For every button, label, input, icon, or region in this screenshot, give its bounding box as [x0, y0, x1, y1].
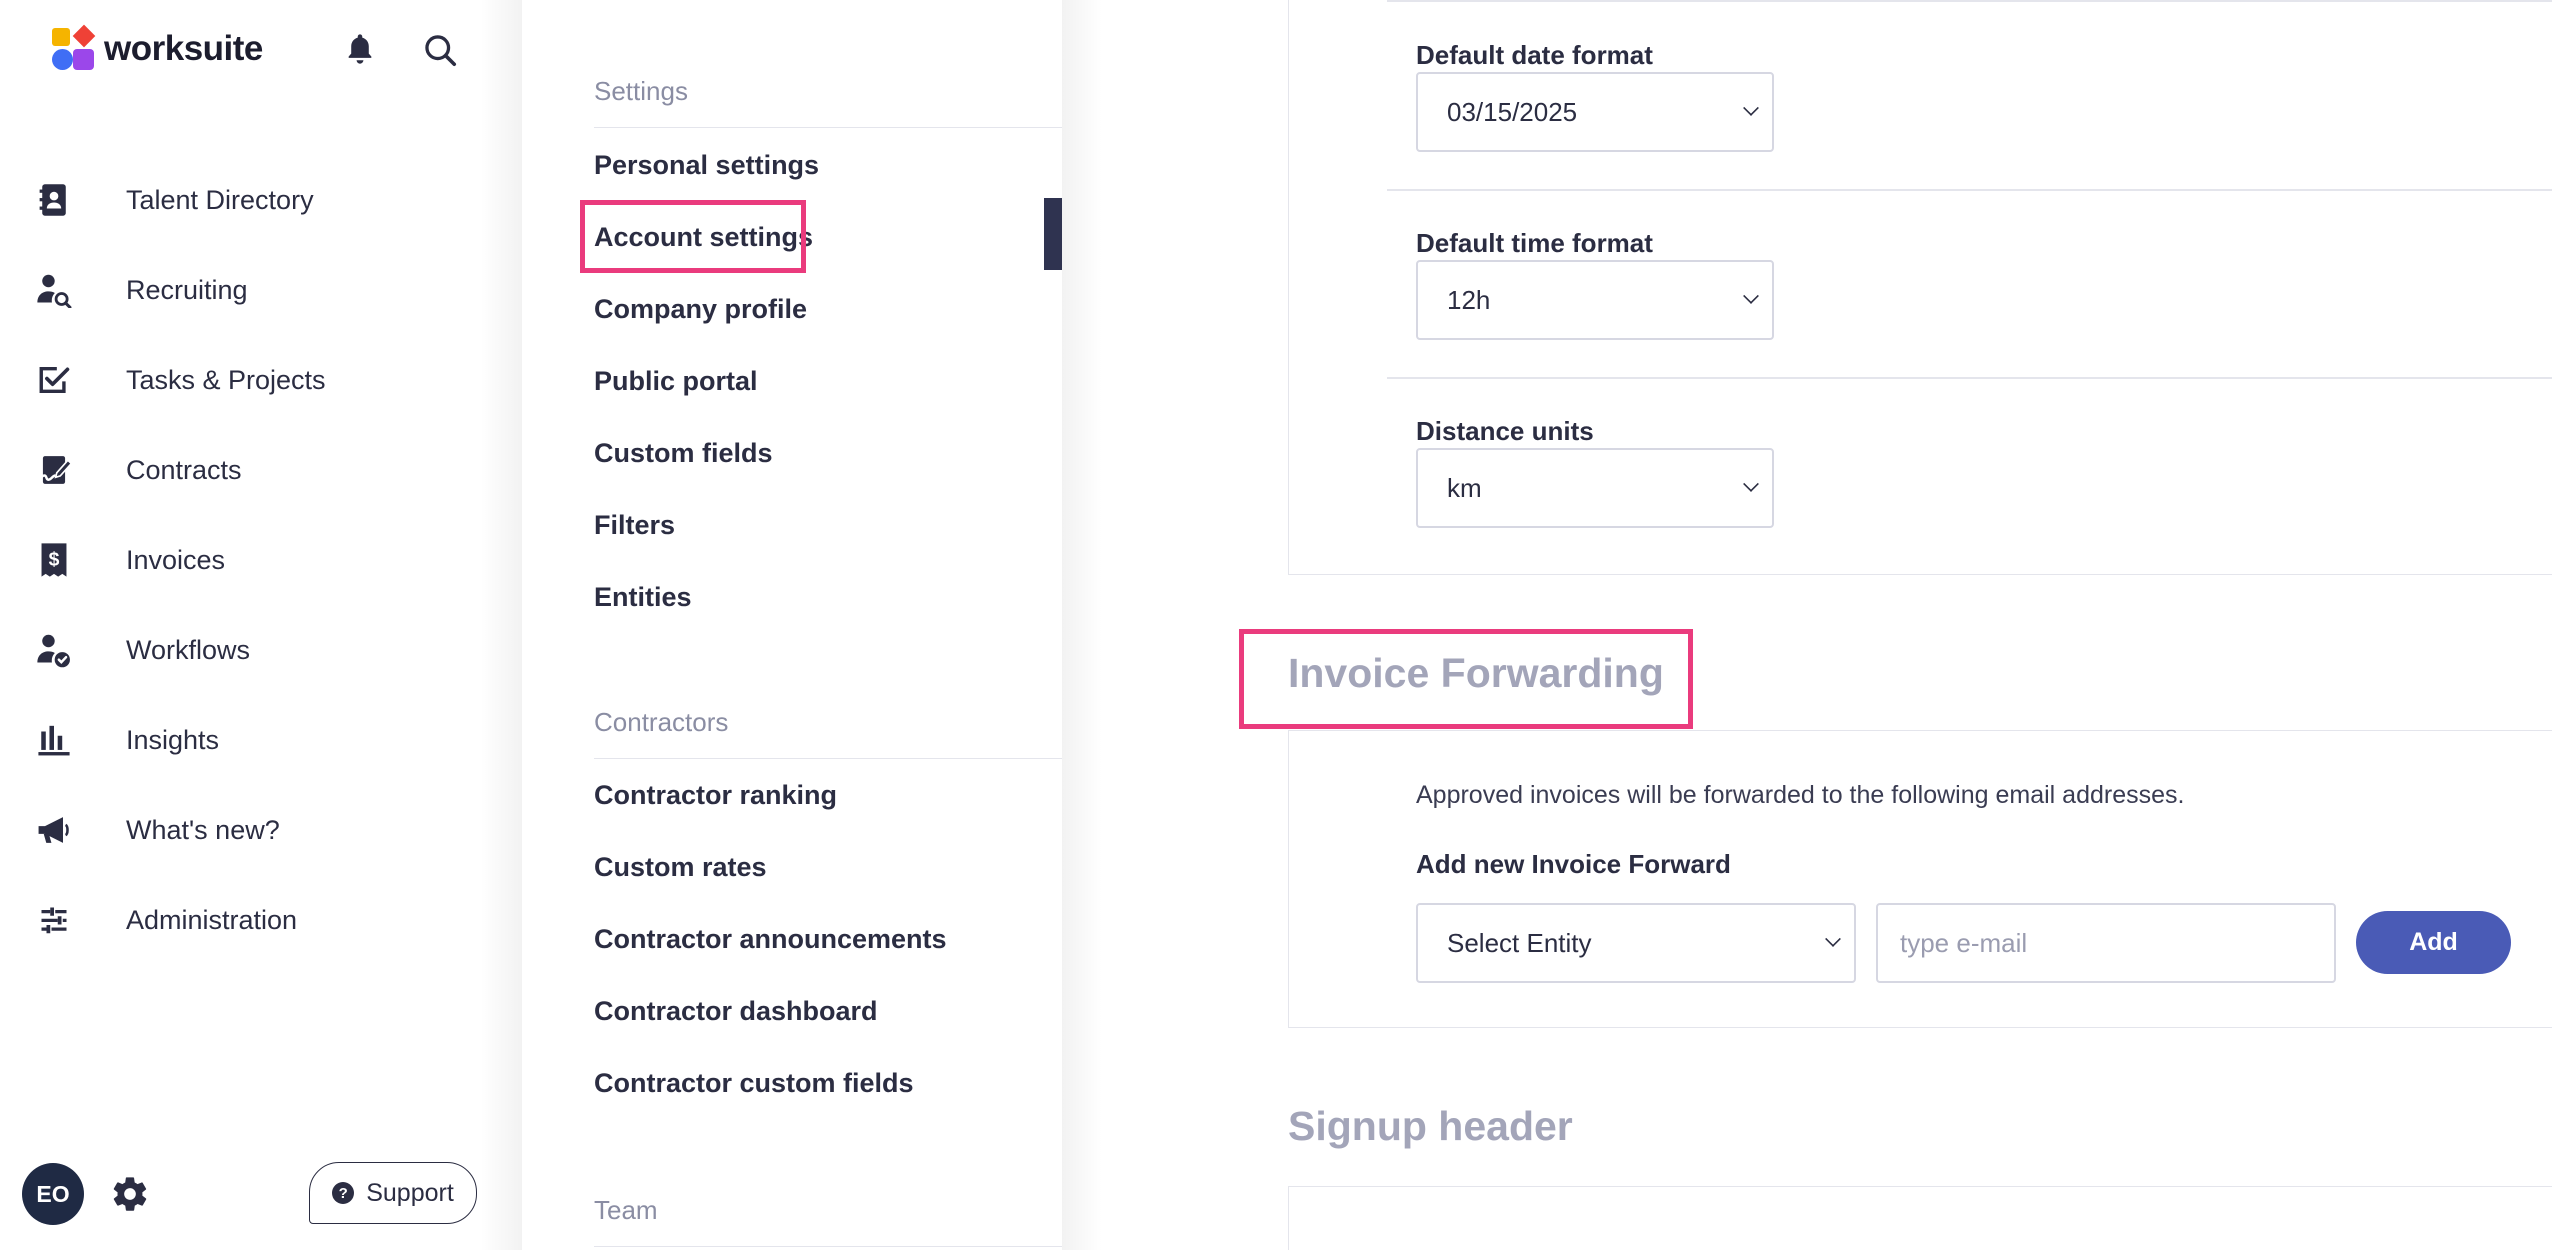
nav-label: What's new?: [126, 814, 280, 845]
invoice-forwarding-title: Invoice Forwarding: [1288, 650, 1664, 696]
svg-text:$: $: [49, 549, 60, 571]
nav-item-recruiting[interactable]: Recruiting: [0, 245, 480, 335]
row-divider: [1387, 377, 2552, 379]
nav-footer: EO ? Support: [0, 1160, 480, 1230]
main-content: Default date format 03/15/2025 Default t…: [1062, 0, 2552, 1250]
nav-item-invoices[interactable]: $ Invoices: [0, 515, 480, 605]
regional-settings-card: Default date format 03/15/2025 Default t…: [1288, 0, 2552, 575]
search-icon[interactable]: [420, 30, 460, 70]
chevron-down-icon: [1743, 100, 1759, 116]
nav-label: Talent Directory: [126, 184, 314, 215]
chevron-down-icon: [1743, 288, 1759, 304]
submenu-item-contractor-announcements[interactable]: Contractor announcements: [594, 924, 947, 955]
active-item-indicator: [1044, 198, 1062, 270]
nav-item-insights[interactable]: Insights: [0, 695, 480, 785]
time-format-select[interactable]: 12h: [1416, 260, 1774, 340]
person-check-icon: [36, 632, 72, 668]
nav-item-tasks-projects[interactable]: Tasks & Projects: [0, 335, 480, 425]
submenu-item-custom-rates[interactable]: Custom rates: [594, 852, 767, 883]
nav-label: Invoices: [126, 544, 226, 575]
date-format-label: Default date format: [1416, 40, 1653, 70]
worksuite-logo-icon: [52, 24, 96, 72]
distance-units-label: Distance units: [1416, 416, 1594, 446]
submenu-item-contractor-dashboard[interactable]: Contractor dashboard: [594, 996, 878, 1027]
section-heading-contractors: Contractors: [594, 707, 1062, 759]
row-divider: [1387, 189, 2552, 191]
submenu-item-entities[interactable]: Entities: [594, 582, 692, 613]
nav-label: Tasks & Projects: [126, 364, 326, 395]
person-search-icon: [36, 272, 72, 308]
nav-item-talent-directory[interactable]: Talent Directory: [0, 155, 480, 245]
nav-list: Talent Directory Recruiting Tasks & Proj…: [0, 155, 480, 965]
contact-book-icon: [36, 182, 72, 218]
sliders-icon: [36, 902, 72, 938]
date-format-value: 03/15/2025: [1447, 96, 1578, 127]
submenu-item-filters[interactable]: Filters: [594, 510, 675, 541]
submenu-item-contractor-ranking[interactable]: Contractor ranking: [594, 780, 837, 811]
email-input[interactable]: [1876, 903, 2336, 983]
nav-label: Administration: [126, 904, 298, 935]
date-format-select[interactable]: 03/15/2025: [1416, 72, 1774, 152]
submenu-item-contractor-custom-fields[interactable]: Contractor custom fields: [594, 1068, 914, 1099]
distance-units-value: km: [1447, 472, 1482, 503]
submenu-item-account-settings[interactable]: Account settings: [594, 222, 813, 253]
bar-chart-icon: [36, 722, 72, 758]
entity-select[interactable]: Select Entity: [1416, 903, 1856, 983]
brand-logo[interactable]: worksuite: [52, 24, 263, 72]
invoice-forwarding-description: Approved invoices will be forwarded to t…: [1416, 781, 2185, 809]
dollar-document-icon: $: [36, 542, 72, 578]
signup-header-title: Signup header: [1288, 1103, 1573, 1149]
nav-item-whats-new[interactable]: What's new?: [0, 785, 480, 875]
nav-label: Workflows: [126, 634, 251, 665]
add-invoice-forward-button[interactable]: Add: [2356, 911, 2511, 974]
contract-sign-icon: [36, 452, 72, 488]
checkbox-icon: [36, 362, 72, 398]
brand-name: worksuite: [104, 29, 263, 68]
submenu-item-public-portal[interactable]: Public portal: [594, 366, 758, 397]
nav-label: Recruiting: [126, 274, 248, 305]
submenu-item-custom-fields[interactable]: Custom fields: [594, 438, 773, 469]
signup-header-card: [1288, 1186, 2552, 1250]
main-sidebar: worksuite Talent Directory Recruiting Ta…: [0, 0, 521, 1250]
invoice-forwarding-card: Approved invoices will be forwarded to t…: [1288, 730, 2552, 1028]
time-format-label: Default time format: [1416, 228, 1653, 258]
row-divider: [1387, 0, 2552, 2]
nav-label: Contracts: [126, 454, 242, 485]
nav-item-administration[interactable]: Administration: [0, 875, 480, 965]
support-button[interactable]: ? Support: [309, 1162, 477, 1224]
chevron-down-icon: [1825, 931, 1841, 947]
help-circle-icon: ?: [332, 1182, 355, 1204]
time-format-value: 12h: [1447, 284, 1491, 315]
section-heading-team: Team: [594, 1195, 1062, 1247]
add-invoice-forward-label: Add new Invoice Forward: [1416, 849, 1731, 879]
support-label: Support: [366, 1178, 454, 1207]
section-heading-settings: Settings: [594, 76, 1062, 128]
distance-units-select[interactable]: km: [1416, 448, 1774, 528]
settings-submenu: Settings Personal settings Account setti…: [521, 0, 1062, 1250]
megaphone-icon: [36, 812, 72, 848]
submenu-item-company-profile[interactable]: Company profile: [594, 294, 807, 325]
nav-label: Insights: [126, 724, 220, 755]
nav-item-contracts[interactable]: Contracts: [0, 425, 480, 515]
gear-icon[interactable]: [110, 1174, 150, 1214]
submenu-item-personal-settings[interactable]: Personal settings: [594, 150, 819, 181]
nav-item-workflows[interactable]: Workflows: [0, 605, 480, 695]
entity-select-value: Select Entity: [1447, 927, 1592, 958]
notifications-bell-icon[interactable]: [340, 30, 380, 70]
chevron-down-icon: [1743, 476, 1759, 492]
user-avatar[interactable]: EO: [22, 1163, 84, 1225]
